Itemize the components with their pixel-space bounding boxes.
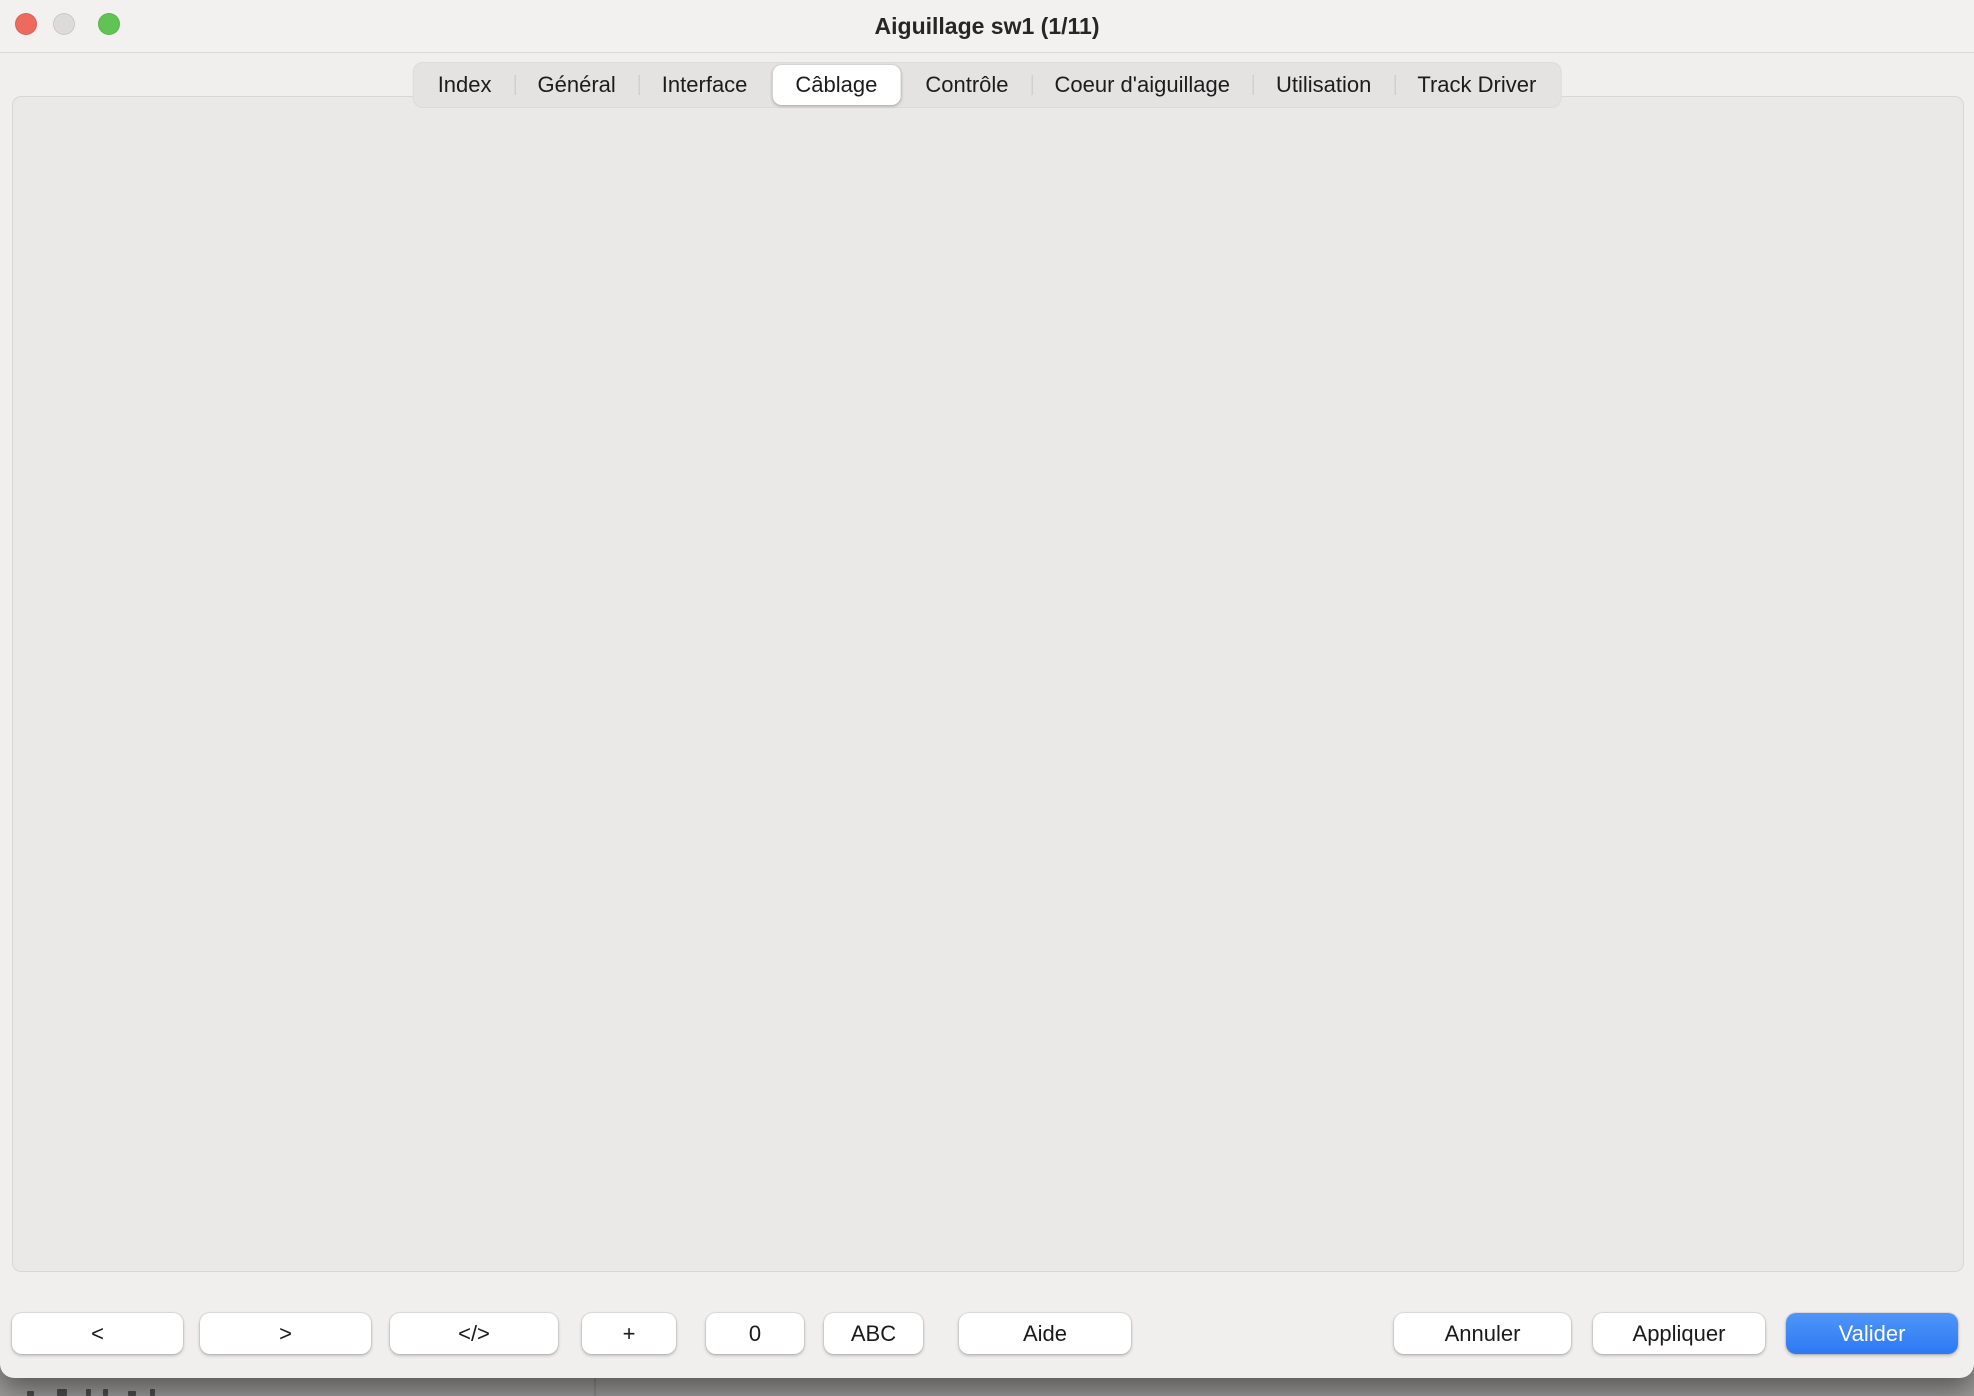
tab-track-driver[interactable]: Track Driver <box>1394 62 1559 108</box>
background-text-fragment <box>27 1391 34 1396</box>
annuler-button[interactable]: Annuler <box>1394 1313 1571 1354</box>
appliquer-button[interactable]: Appliquer <box>1593 1313 1765 1354</box>
tab-controle[interactable]: Contrôle <box>902 62 1031 108</box>
background-text-fragment <box>128 1391 136 1396</box>
next-object-button[interactable]: > <box>200 1313 371 1354</box>
screen: Aiguillage sw1 (1/11) Index Général Inte… <box>0 0 1974 1396</box>
dialog-aiguillage: Aiguillage sw1 (1/11) Index Général Inte… <box>0 0 1974 1378</box>
window-title: Aiguillage sw1 (1/11) <box>0 0 1974 52</box>
background-text-fragment <box>86 1389 91 1396</box>
tab-coeur-aiguillage[interactable]: Coeur d'aiguillage <box>1032 62 1253 108</box>
previous-object-button[interactable]: < <box>12 1313 183 1354</box>
tab-interface[interactable]: Interface <box>639 62 771 108</box>
abc-button[interactable]: ABC <box>824 1313 923 1354</box>
content-panel <box>12 96 1964 1272</box>
add-button[interactable]: + <box>582 1313 676 1354</box>
valider-button[interactable]: Valider <box>1786 1313 1958 1354</box>
title-bar: Aiguillage sw1 (1/11) <box>0 0 1974 53</box>
tab-general[interactable]: Général <box>515 62 639 108</box>
tab-utilisation[interactable]: Utilisation <box>1253 62 1394 108</box>
aide-button[interactable]: Aide <box>959 1313 1131 1354</box>
background-window-divider <box>594 1378 596 1396</box>
zero-button[interactable]: 0 <box>706 1313 804 1354</box>
tab-index[interactable]: Index <box>415 62 515 108</box>
background-text-fragment <box>150 1389 155 1396</box>
xml-code-button[interactable]: </> <box>390 1313 558 1354</box>
tab-cablage[interactable]: Câblage <box>772 65 900 105</box>
background-text-fragment <box>103 1389 108 1396</box>
tab-bar: Index Général Interface Câblage Contrôle… <box>413 62 1562 108</box>
background-text-fragment <box>57 1389 67 1396</box>
